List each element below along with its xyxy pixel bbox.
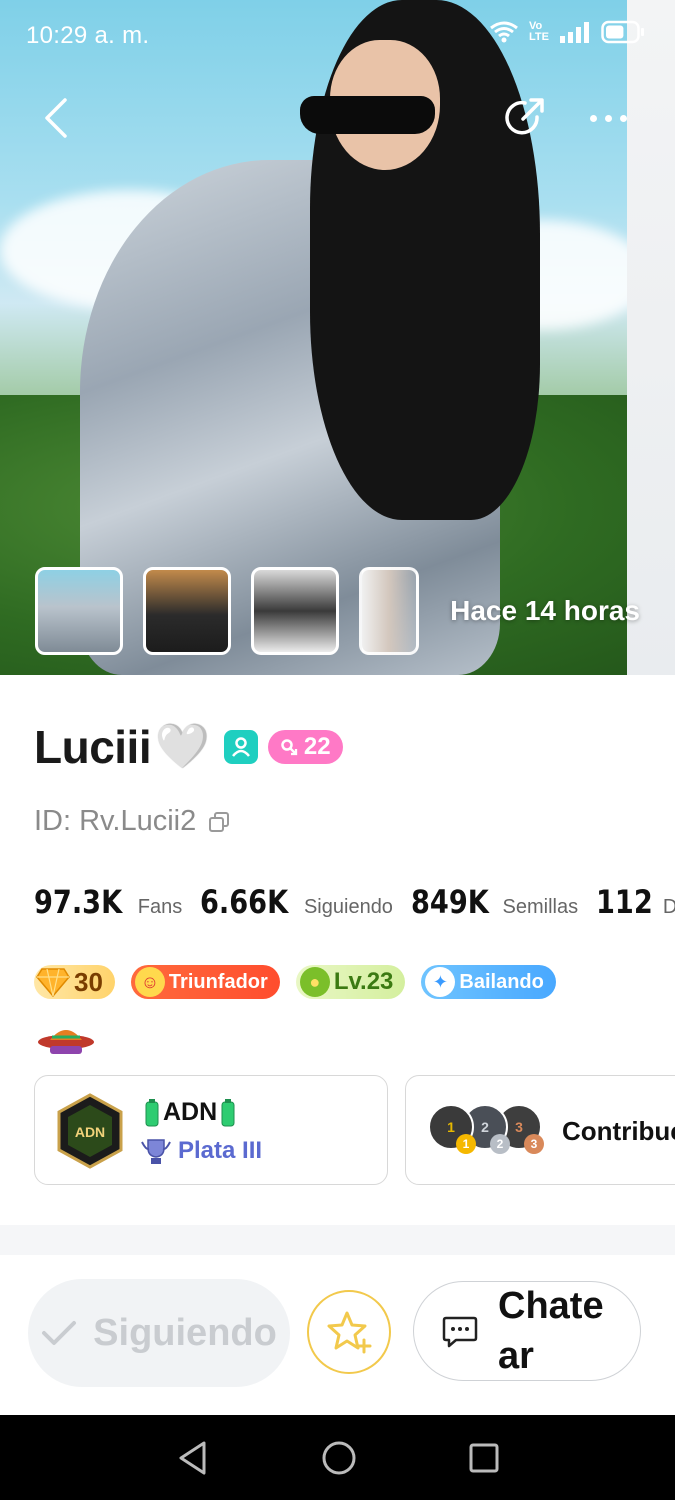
gold-medal-icon: 1 [456, 1134, 476, 1154]
battery-emoji-icon [221, 1098, 235, 1126]
following-count[interactable]: 6.66K [200, 883, 288, 921]
fans-count[interactable]: 97.3K [34, 883, 122, 921]
user-id: ID: Rv.Lucii2 [34, 805, 197, 837]
family-logo-icon: ADN [57, 1093, 123, 1169]
bottom-actions: Siguiendo Chatear [0, 1255, 675, 1415]
favorite-button[interactable] [307, 1290, 391, 1374]
gender-badge[interactable] [223, 730, 258, 764]
latam-hat-icon[interactable] [36, 1020, 96, 1056]
days-label: Dia [662, 896, 675, 918]
user-icon [231, 737, 250, 757]
triunfador-badge[interactable]: ☺ Triunfador [130, 965, 280, 999]
network-type: Vo LTE [529, 21, 549, 43]
following-button[interactable]: Siguiendo [28, 1279, 290, 1387]
profile-info: Luciii 🤍 22 ID: Rv.Lucii2 97.3K Fans 6.6… [0, 675, 675, 1225]
age-badge: 22 [267, 730, 343, 764]
signal-icon [560, 22, 589, 43]
contributors-card[interactable]: 1 1 2 2 3 3 Contribuc [405, 1075, 675, 1185]
chevron-left-icon [45, 98, 67, 138]
family-card[interactable]: ADN ADN Plata III [34, 1075, 388, 1185]
family-logo-text: ADN [75, 1124, 105, 1140]
fans-label[interactable]: Fans [138, 896, 182, 919]
photo-thumbnails [35, 567, 419, 655]
seeds-count: 849K [410, 883, 489, 921]
star-plus-icon [327, 1311, 372, 1354]
wifi-icon [490, 21, 518, 43]
badges-row: 30 ☺ Triunfador ● Lv.23 ✦ Bailando [34, 965, 556, 999]
share-button[interactable] [496, 90, 552, 146]
contributor-rank: 1 [447, 1119, 455, 1135]
triunfador-label: Triunfador [168, 970, 268, 993]
top-contributors: 1 1 2 2 3 3 [428, 1104, 544, 1154]
back-button[interactable] [28, 90, 84, 146]
battery-icon [601, 20, 644, 44]
white-heart-icon: 🤍 [155, 722, 210, 771]
chat-bubble-icon [442, 1316, 478, 1348]
silver-medal-icon: 2 [490, 1134, 510, 1154]
photo-thumbnail[interactable] [35, 567, 123, 655]
checkmark-icon [42, 1321, 77, 1345]
level-coin-icon: ● [299, 967, 330, 997]
status-time: 10:29 a. m. [26, 22, 150, 49]
photo-thumbnail[interactable] [359, 567, 419, 655]
level-badge[interactable]: ● Lv.23 [295, 965, 406, 999]
trophy-mascot-icon: ☺ [134, 967, 165, 997]
contributor-rank: 2 [481, 1119, 489, 1135]
rank-trophy-icon [141, 1139, 171, 1164]
diamond-value: 30 [74, 966, 103, 997]
family-name-row: ADN [145, 1098, 235, 1127]
person-sunglasses [300, 96, 435, 134]
user-id-row: ID: Rv.Lucii2 [34, 805, 230, 838]
share-icon [505, 98, 544, 135]
status-icons: Vo LTE [489, 20, 645, 44]
dancer-icon: ✦ [425, 967, 456, 997]
level-value: Lv.23 [333, 968, 394, 995]
days-count: 112 [596, 883, 653, 921]
female-symbol-icon [281, 739, 298, 756]
contributors-label: Contribuc [562, 1116, 675, 1146]
chat-label: Chatear [498, 1285, 604, 1377]
nav-back-icon[interactable] [176, 1440, 210, 1476]
more-dots-icon [589, 114, 627, 122]
system-navigation-bar [0, 1415, 675, 1500]
bailando-badge[interactable]: ✦ Bailando [421, 965, 556, 999]
posted-time: Hace 14 horas [450, 595, 640, 626]
profile-name: Luciii [34, 721, 152, 773]
following-label[interactable]: Siguiendo [304, 896, 393, 919]
age-value: 22 [303, 733, 331, 760]
bronze-medal-icon: 3 [524, 1134, 544, 1154]
diamond-icon [36, 968, 70, 997]
photo-thumbnail[interactable] [143, 567, 231, 655]
nav-home-icon[interactable] [321, 1440, 357, 1476]
stats-row: 97.3K Fans 6.66K Siguiendo 849K Semillas… [34, 883, 675, 921]
following-label: Siguiendo [93, 1311, 277, 1354]
photo-thumbnail[interactable] [251, 567, 339, 655]
section-divider [0, 1225, 675, 1255]
more-options-button[interactable] [580, 90, 636, 146]
bailando-label: Bailando [459, 970, 544, 993]
nav-recents-icon[interactable] [468, 1442, 500, 1474]
family-rank: Plata III [178, 1137, 263, 1164]
diamond-badge[interactable]: 30 [34, 965, 115, 999]
chat-button[interactable]: Chatear [413, 1281, 641, 1381]
profile-cover-photo[interactable]: 10:29 a. m. Vo LTE Hace 14 horas [0, 0, 675, 675]
network-lte: LTE [529, 31, 549, 43]
name-row: Luciii 🤍 22 [34, 720, 343, 774]
family-rank-row: Plata III [140, 1136, 262, 1166]
contributor-rank: 3 [515, 1119, 523, 1135]
family-name: ADN [163, 1098, 218, 1126]
seeds-label: Semillas [502, 896, 579, 918]
contributor-avatar: 1 1 [428, 1104, 476, 1154]
battery-emoji-icon [145, 1098, 159, 1126]
copy-icon[interactable] [208, 811, 230, 833]
